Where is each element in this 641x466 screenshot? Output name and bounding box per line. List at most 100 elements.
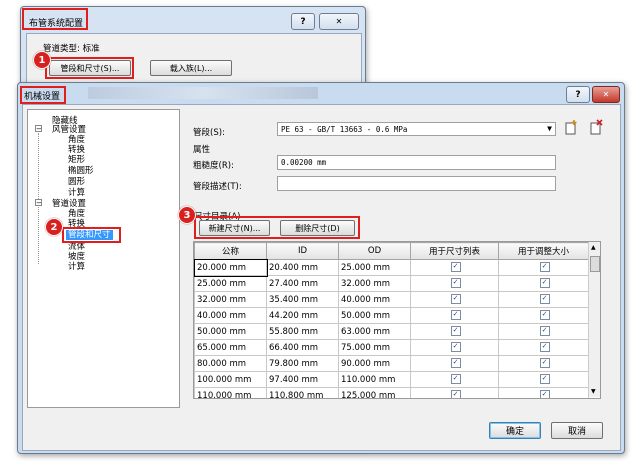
size-list-checkbox[interactable]: ✓ — [450, 278, 461, 289]
cell-nominal[interactable]: 110.000 mm — [194, 387, 267, 398]
delete-segment-icon[interactable] — [590, 119, 604, 135]
cell-id[interactable]: 35.400 mm — [266, 291, 339, 308]
tree-item-fluids[interactable]: 流体 — [68, 242, 85, 252]
sizing-checkbox-cell: ✓ — [498, 307, 589, 324]
col-header-size-list[interactable]: 用于尺寸列表 — [410, 242, 499, 260]
tree-item-duct-oval[interactable]: 椭圆形 — [68, 166, 94, 176]
cell-od[interactable]: 110.000 mm — [338, 371, 411, 388]
sizing-checkbox[interactable]: ✓ — [539, 342, 550, 353]
roughness-input[interactable]: 0.00200 mm — [277, 155, 556, 170]
load-family-button[interactable]: 载入族(L)... — [150, 60, 232, 76]
new-segment-icon[interactable] — [565, 119, 579, 135]
col-header-id[interactable]: ID — [266, 242, 339, 260]
cell-nominal[interactable]: 20.000 mm — [194, 258, 268, 277]
size-list-checkbox-cell: ✓ — [410, 371, 499, 388]
cell-id[interactable]: 79.800 mm — [266, 355, 339, 372]
cell-od[interactable]: 90.000 mm — [338, 355, 411, 372]
cell-nominal[interactable]: 40.000 mm — [194, 307, 267, 324]
cell-od[interactable]: 63.000 mm — [338, 323, 411, 340]
table-row[interactable]: 40.000 mm 44.200 mm 50.000 mm ✓ ✓ — [194, 307, 589, 324]
col-header-nominal[interactable]: 公称 — [194, 242, 267, 260]
back-close-button[interactable]: ✕ — [319, 13, 359, 30]
size-list-checkbox[interactable]: ✓ — [450, 294, 461, 305]
sizing-checkbox-cell: ✓ — [498, 259, 589, 276]
tree-item-duct-calculation[interactable]: 计算 — [68, 188, 85, 198]
cell-nominal[interactable]: 25.000 mm — [194, 275, 267, 292]
cell-od[interactable]: 125.000 mm — [338, 387, 411, 398]
ok-button[interactable]: 确定 — [489, 422, 541, 439]
cell-nominal[interactable]: 65.000 mm — [194, 339, 267, 356]
table-row[interactable]: 110.000 mm 110.800 mm 125.000 mm ✓ ✓ — [194, 387, 589, 398]
cell-od[interactable]: 40.000 mm — [338, 291, 411, 308]
sizing-checkbox[interactable]: ✓ — [539, 358, 550, 369]
size-list-checkbox[interactable]: ✓ — [450, 358, 461, 369]
size-buttons-highlight — [194, 216, 360, 239]
tree-item-pipe-calculation[interactable]: 计算 — [68, 262, 85, 272]
tree-item-slopes[interactable]: 坡度 — [68, 252, 85, 262]
tree-item-duct-round[interactable]: 圆形 — [68, 177, 85, 187]
cell-od[interactable]: 32.000 mm — [338, 275, 411, 292]
table-row[interactable]: 25.000 mm 27.400 mm 32.000 mm ✓ ✓ — [194, 275, 589, 292]
sizing-checkbox-cell: ✓ — [498, 275, 589, 292]
cell-id[interactable]: 20.400 mm — [266, 259, 339, 276]
back-help-button[interactable]: ? — [291, 13, 315, 30]
tree-item-duct-rectangular[interactable]: 矩形 — [68, 155, 85, 165]
size-list-checkbox[interactable]: ✓ — [450, 326, 461, 337]
sizing-checkbox[interactable]: ✓ — [539, 310, 550, 321]
size-list-checkbox[interactable]: ✓ — [450, 342, 461, 353]
tree-item-pipe-settings[interactable]: 管道设置 — [52, 199, 86, 209]
sizing-checkbox[interactable]: ✓ — [539, 294, 550, 305]
sizing-checkbox[interactable]: ✓ — [539, 374, 550, 385]
title-bar-blur — [88, 87, 318, 99]
tree-item-duct-conversion[interactable]: 转换 — [68, 145, 85, 155]
roughness-label: 粗糙度(R): — [193, 161, 234, 171]
table-row[interactable]: 65.000 mm 66.400 mm 75.000 mm ✓ ✓ — [194, 339, 589, 356]
cell-nominal[interactable]: 50.000 mm — [194, 323, 267, 340]
cell-id[interactable]: 66.400 mm — [266, 339, 339, 356]
cell-od[interactable]: 50.000 mm — [338, 307, 411, 324]
table-row[interactable]: 100.000 mm 97.400 mm 110.000 mm ✓ ✓ — [194, 371, 589, 388]
size-list-checkbox[interactable]: ✓ — [450, 310, 461, 321]
sizing-checkbox[interactable]: ✓ — [539, 278, 550, 289]
segment-select[interactable]: PE 63 - GB/T 13663 - 0.6 MPa ▼ — [277, 122, 556, 136]
col-header-od[interactable]: OD — [338, 242, 411, 260]
table-row[interactable]: 32.000 mm 35.400 mm 40.000 mm ✓ ✓ — [194, 291, 589, 308]
cell-id[interactable]: 97.400 mm — [266, 371, 339, 388]
cell-id[interactable]: 55.800 mm — [266, 323, 339, 340]
description-label: 管段描述(T): — [193, 182, 242, 192]
scroll-up-arrow-icon[interactable]: ▲ — [591, 244, 596, 251]
help-button[interactable]: ? — [566, 86, 590, 103]
main-title-highlight — [20, 86, 66, 104]
sizing-checkbox[interactable]: ✓ — [539, 262, 550, 273]
table-row[interactable]: 20.000 mm 20.400 mm 25.000 mm ✓ ✓ — [194, 258, 589, 277]
tree-item-pipe-angles[interactable]: 角度 — [68, 209, 85, 219]
size-list-checkbox[interactable]: ✓ — [450, 390, 461, 398]
table-row[interactable]: 80.000 mm 79.800 mm 90.000 mm ✓ ✓ — [194, 355, 589, 372]
dropdown-arrow-icon[interactable]: ▼ — [547, 124, 552, 133]
cell-od[interactable]: 25.000 mm — [338, 259, 411, 276]
description-input[interactable] — [277, 176, 556, 191]
tree-expander-pipe[interactable]: − — [35, 199, 42, 207]
tree-expander-duct[interactable]: − — [35, 125, 42, 133]
cell-nominal[interactable]: 100.000 mm — [194, 371, 267, 388]
sizing-checkbox-cell: ✓ — [498, 323, 589, 340]
tree-item-duct-angles[interactable]: 角度 — [68, 135, 85, 145]
scroll-down-arrow-icon[interactable]: ▼ — [591, 388, 596, 395]
cell-id[interactable]: 44.200 mm — [266, 307, 339, 324]
size-list-checkbox[interactable]: ✓ — [450, 262, 461, 273]
size-list-checkbox[interactable]: ✓ — [450, 374, 461, 385]
sizing-checkbox[interactable]: ✓ — [539, 326, 550, 337]
cell-id[interactable]: 110.800 mm — [266, 387, 339, 398]
cell-nominal[interactable]: 80.000 mm — [194, 355, 267, 372]
sizing-checkbox[interactable]: ✓ — [539, 390, 550, 398]
close-button[interactable]: ✕ — [592, 86, 620, 103]
tree-item-duct-settings[interactable]: 风管设置 — [52, 125, 86, 135]
table-row[interactable]: 50.000 mm 55.800 mm 63.000 mm ✓ ✓ — [194, 323, 589, 340]
cell-nominal[interactable]: 32.000 mm — [194, 291, 267, 308]
cell-od[interactable]: 75.000 mm — [338, 339, 411, 356]
col-header-sizing[interactable]: 用于调整大小 — [498, 242, 589, 260]
cancel-button[interactable]: 取消 — [551, 422, 603, 439]
cell-id[interactable]: 27.400 mm — [266, 275, 339, 292]
table-scrollbar[interactable]: ▲ ▼ — [588, 242, 600, 397]
scroll-thumb[interactable] — [590, 256, 600, 272]
